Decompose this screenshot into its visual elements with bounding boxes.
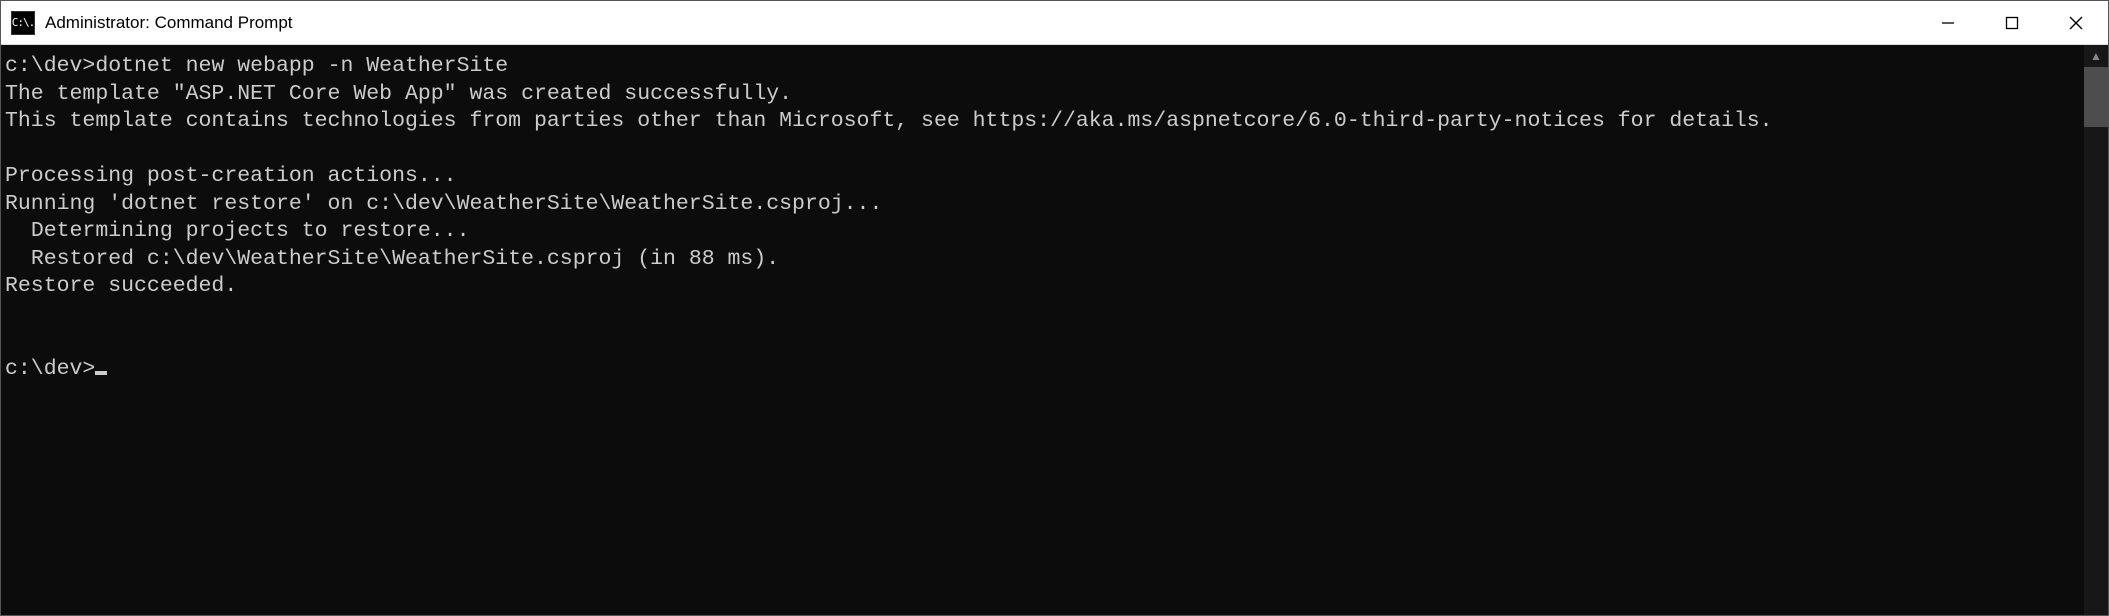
minimize-icon bbox=[1941, 16, 1955, 30]
window-title: Administrator: Command Prompt bbox=[45, 13, 1916, 33]
close-icon bbox=[2069, 16, 2083, 30]
console-area: c:\dev>dotnet new webapp -n WeatherSite … bbox=[1, 45, 2108, 615]
output-line: Processing post-creation actions... bbox=[5, 164, 457, 188]
command-prompt-window: C:\. Administrator: Command Prompt c:\de… bbox=[0, 0, 2109, 616]
cmd-icon: C:\. bbox=[11, 11, 35, 35]
output-line: Restored c:\dev\WeatherSite\WeatherSite.… bbox=[5, 247, 779, 271]
output-line: The template "ASP.NET Core Web App" was … bbox=[5, 82, 792, 106]
output-line: This template contains technologies from… bbox=[5, 109, 1773, 133]
output-line: Determining projects to restore... bbox=[5, 219, 469, 243]
prompt: c:\dev> bbox=[5, 54, 95, 78]
cursor bbox=[95, 371, 107, 375]
output-line: Running 'dotnet restore' on c:\dev\Weath… bbox=[5, 192, 882, 216]
minimize-button[interactable] bbox=[1916, 1, 1980, 44]
scrollbar-thumb[interactable] bbox=[2084, 67, 2108, 127]
output-line: Restore succeeded. bbox=[5, 274, 237, 298]
scroll-up-arrow-icon[interactable]: ▲ bbox=[2084, 45, 2108, 67]
close-button[interactable] bbox=[2044, 1, 2108, 44]
maximize-button[interactable] bbox=[1980, 1, 2044, 44]
vertical-scrollbar[interactable]: ▲ bbox=[2084, 45, 2108, 615]
maximize-icon bbox=[2005, 16, 2019, 30]
prompt: c:\dev> bbox=[5, 357, 95, 381]
console-content[interactable]: c:\dev>dotnet new webapp -n WeatherSite … bbox=[1, 45, 2084, 615]
command-text: dotnet new webapp -n WeatherSite bbox=[95, 54, 508, 78]
window-controls bbox=[1916, 1, 2108, 44]
titlebar[interactable]: C:\. Administrator: Command Prompt bbox=[1, 1, 2108, 45]
